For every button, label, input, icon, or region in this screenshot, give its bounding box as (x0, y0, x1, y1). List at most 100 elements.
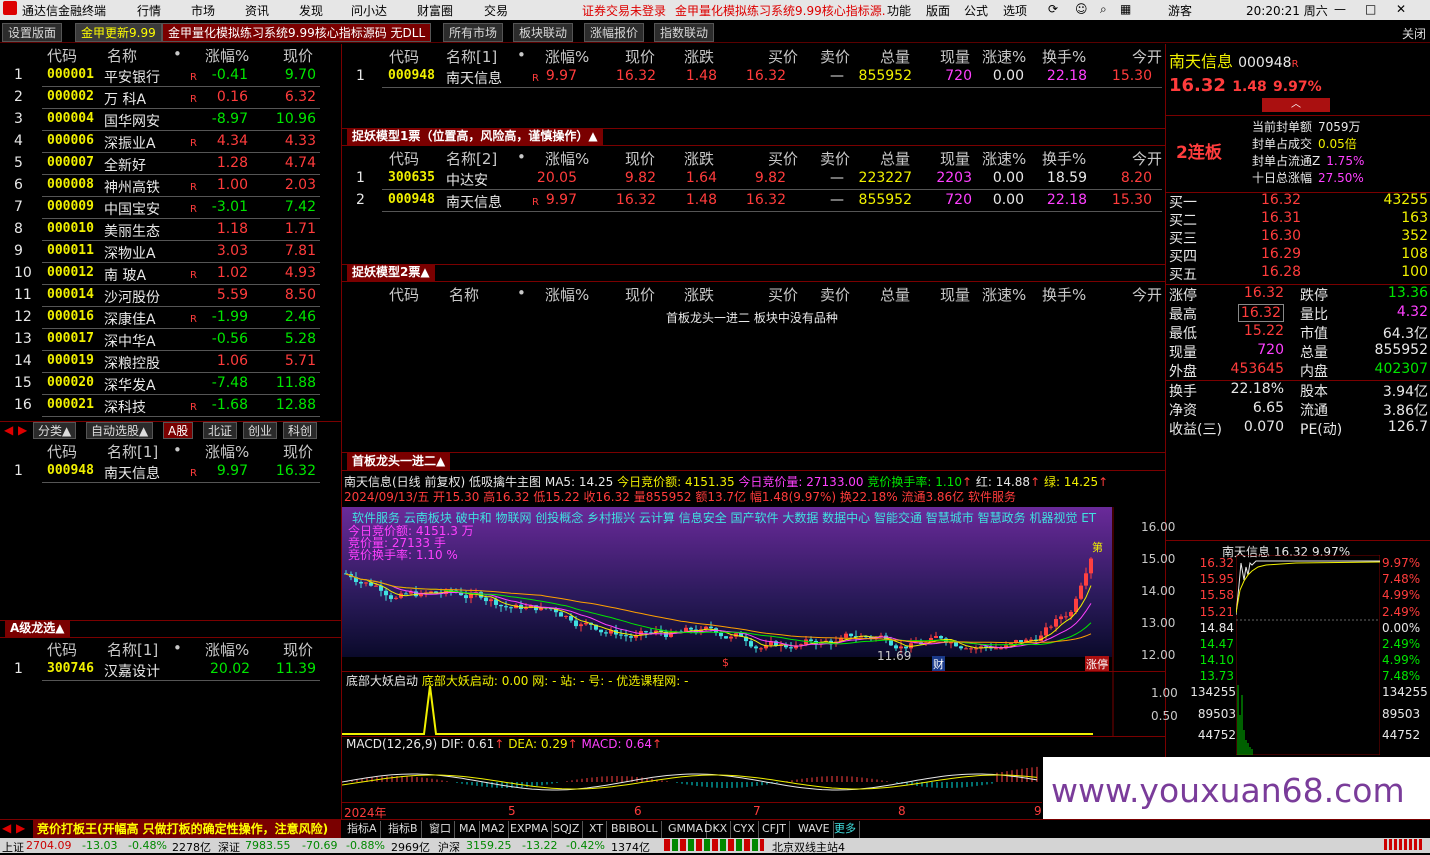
col-header[interactable]: 涨幅% (545, 46, 589, 67)
bid-level-row[interactable]: 买四 16.29 108 (1166, 246, 1430, 265)
close-window-button[interactable]: ✕ (1396, 2, 1406, 16)
col-header[interactable]: 卖价 (820, 148, 850, 169)
maximize-button[interactable]: □ (1365, 2, 1376, 16)
stock-name[interactable]: 深振业A (104, 133, 156, 153)
indicator-tab[interactable]: DKX (701, 821, 732, 838)
stock-name[interactable]: 南天信息 (446, 68, 502, 88)
grid-icon[interactable]: ▦ (1120, 2, 1131, 16)
col-header-change[interactable]: 涨幅% (205, 639, 249, 660)
chart-indicator-name[interactable]: 低吸擒牛主图 (469, 475, 541, 489)
table-row[interactable]: 10 000012 南 玻A R 1.02 4.93 (0, 263, 341, 285)
tab-layout-settings[interactable]: 设置版面 (2, 23, 63, 42)
stock-name[interactable]: 南天信息 (446, 192, 502, 212)
stock-name[interactable]: 美丽生态 (104, 221, 160, 241)
menu-item-ask[interactable]: 问小达 (351, 2, 387, 19)
table-row[interactable]: 12 000016 深康佳A R -1.99 2.46 (0, 307, 341, 329)
stock-code[interactable]: 000020 (47, 375, 94, 390)
col-header[interactable]: 名称 (449, 284, 479, 305)
table-row[interactable]: 7 000009 中国宝安 R -3.01 7.42 (0, 197, 341, 219)
col-header[interactable]: 代码 (389, 284, 419, 305)
table-row[interactable]: 1 000001 平安银行 R -0.41 9.70 (0, 65, 341, 87)
stock-code[interactable]: 000007 (47, 155, 94, 170)
col-header[interactable]: 现价 (625, 284, 655, 305)
col-header[interactable]: 涨跌 (684, 148, 714, 169)
stock-name[interactable]: 深物业A (104, 243, 156, 263)
indicator-tab[interactable]: 窗口 (426, 821, 455, 838)
table-row[interactable]: 15 000020 深华发A -7.48 11.88 (0, 373, 341, 395)
col-header-name[interactable]: 名称 (107, 45, 137, 66)
ticker-next-icon[interactable]: ▶ (16, 821, 25, 835)
col-header[interactable]: 总量 (880, 148, 910, 169)
indicator-tab[interactable]: XT (586, 821, 608, 838)
stock-code[interactable]: 000012 (47, 265, 94, 280)
expand-icon[interactable]: ︿ (1262, 98, 1330, 112)
stock-code[interactable]: 000017 (47, 331, 94, 346)
table-row[interactable]: 1 000948 南天信息 R 9.97 16.32 (0, 461, 341, 483)
tab-prev-icon[interactable]: ◀ (0, 422, 14, 439)
col-header[interactable]: 总量 (880, 284, 910, 305)
col-header[interactable]: 买价 (768, 46, 798, 67)
stock-code[interactable]: 000008 (47, 177, 94, 192)
table-row[interactable]: 2 000002 万 科A R 0.16 6.32 (0, 87, 341, 109)
table-row[interactable]: 1 300746 汉嘉设计 20.02 11.39 (0, 659, 341, 681)
menu-item-options[interactable]: 选项 (1003, 2, 1027, 19)
ticker-prev-icon[interactable]: ◀ (2, 821, 11, 835)
stock-name[interactable]: 国华网安 (104, 111, 160, 131)
stock-code[interactable]: 000010 (47, 221, 94, 236)
model2-title[interactable]: 捉妖模型2票▲ (347, 264, 435, 281)
col-header[interactable]: 卖价 (820, 46, 850, 67)
col-header[interactable]: 换手% (1042, 46, 1086, 67)
indicator-tab[interactable]: 指标B (385, 821, 422, 838)
col-header[interactable]: 名称[2] (446, 148, 497, 169)
menu-item-discover[interactable]: 发现 (299, 2, 323, 19)
indicator-tab[interactable]: 更多 (831, 821, 860, 838)
col-header-name[interactable]: 名称[1] (107, 441, 158, 462)
indicator-tab[interactable]: CFJT (759, 821, 790, 838)
stock-code[interactable]: 000016 (47, 309, 94, 324)
refresh-icon[interactable]: ⟳ (1048, 2, 1058, 16)
col-header[interactable]: 涨幅% (545, 148, 589, 169)
stock-code[interactable]: 000014 (47, 287, 94, 302)
col-header-code[interactable]: 代码 (47, 441, 77, 462)
col-header[interactable]: 现量 (940, 284, 970, 305)
table-row[interactable]: 8 000010 美丽生态 1.18 1.71 (0, 219, 341, 241)
table-row[interactable]: 6 000008 神州高铁 R 1.00 2.03 (0, 175, 341, 197)
table-row[interactable]: 5 000007 全新好 1.28 4.74 (0, 153, 341, 175)
col-header-name[interactable]: 名称[1] (107, 639, 158, 660)
a-level-title[interactable]: A级龙选▲ (5, 620, 70, 637)
col-header-change[interactable]: 涨幅% (205, 45, 249, 66)
bid-level-row[interactable]: 买三 16.30 352 (1166, 228, 1430, 247)
table-row[interactable]: 3 000004 国华网安 -8.97 10.96 (0, 109, 341, 131)
stock-code[interactable]: 000004 (47, 111, 94, 126)
stock-code[interactable]: 000948 (47, 463, 94, 478)
stock-code[interactable]: 000948 (388, 68, 435, 83)
col-header[interactable]: 现价 (625, 148, 655, 169)
indicator-tab[interactable]: WAVE (795, 821, 834, 838)
subtab-auto-pick[interactable]: 自动选股▲ (86, 422, 154, 439)
subtab-category[interactable]: 分类▲ (33, 422, 77, 439)
col-header-change[interactable]: 涨幅% (205, 441, 249, 462)
close-layout-button[interactable]: 关闭 (1402, 25, 1426, 42)
stock-name[interactable]: 南天信息 (104, 463, 160, 483)
bid-level-row[interactable]: 买二 16.31 163 (1166, 210, 1430, 229)
menu-item-wealth[interactable]: 财富圈 (417, 2, 453, 19)
search-icon[interactable]: ⌕ (1100, 2, 1107, 17)
indicator-tab[interactable]: EXPMA (507, 821, 553, 838)
indicator-tab[interactable]: CYX (730, 821, 759, 838)
table-row[interactable]: 2 000948 南天信息 R 9.97 16.32 1.48 16.32—855952 720… (342, 190, 1165, 212)
subtab-chuangye[interactable]: 创业 (243, 422, 278, 439)
tab-index-linkage[interactable]: 指数联动 (654, 23, 715, 42)
tab-all-markets[interactable]: 所有市场 (443, 23, 504, 42)
col-header[interactable]: 代码 (389, 148, 419, 169)
col-header-price[interactable]: 现价 (283, 441, 313, 462)
menu-item-formula[interactable]: 公式 (964, 2, 988, 19)
stock-code[interactable]: 000019 (47, 353, 94, 368)
stock-name[interactable]: 中达安 (446, 170, 488, 190)
stock-name[interactable]: 深华发A (104, 375, 156, 395)
table-row[interactable]: 16 000021 深科技 R -1.68 12.88 (0, 395, 341, 417)
tab-jinjia-system[interactable]: 金甲量化模拟练习系统9.99核心指标源码 无DLL (162, 23, 432, 42)
col-header[interactable]: 换手% (1042, 148, 1086, 169)
stock-code[interactable]: 000021 (47, 397, 94, 412)
indicator-tab[interactable]: BBIBOLL (608, 821, 662, 838)
stock-name[interactable]: 中国宝安 (104, 199, 160, 219)
